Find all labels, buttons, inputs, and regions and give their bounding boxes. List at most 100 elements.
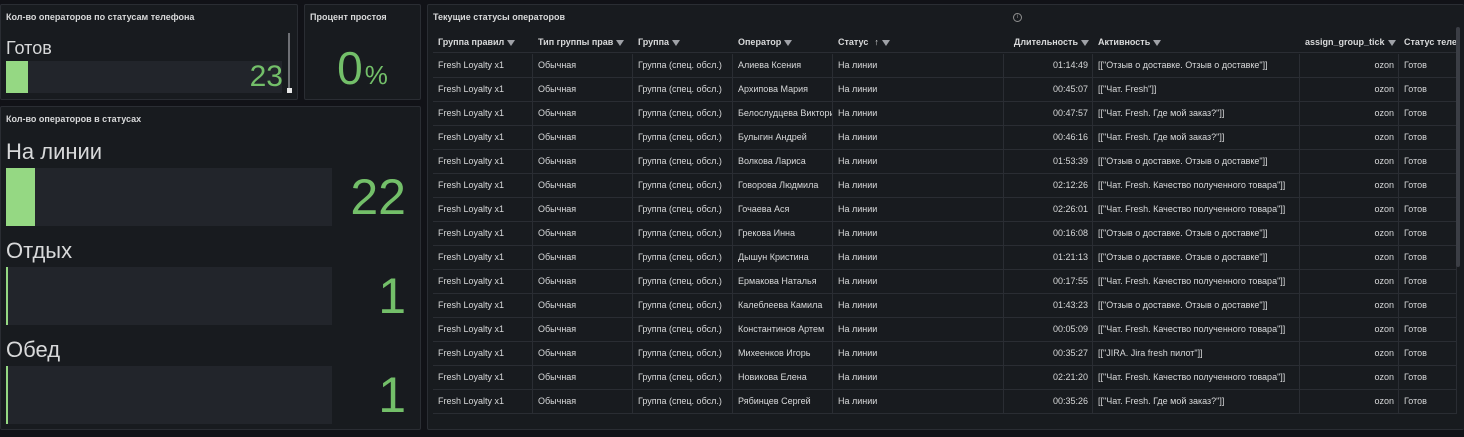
- table-row[interactable]: Fresh Loyalty x1 Обычная Группа (спец. обс…: [433, 246, 1457, 270]
- column-header-operator[interactable]: Оператор: [733, 31, 833, 53]
- table-row[interactable]: Fresh Loyalty x1 Обычная Группа (спец. обс…: [433, 198, 1457, 222]
- filter-icon[interactable]: [616, 39, 625, 46]
- status-value-on-line: 22: [350, 169, 406, 225]
- cell-rule-group: Fresh Loyalty x1: [433, 126, 533, 149]
- cell-group-type: Обычная: [533, 150, 633, 173]
- cell-duration: 02:26:01: [1004, 198, 1093, 221]
- cell-duration: 00:47:57: [1004, 102, 1093, 125]
- cell-activity: [["JIRA. Jira fresh пилот"]]: [1093, 342, 1300, 365]
- filter-icon[interactable]: [784, 39, 793, 46]
- cell-status: На линии: [833, 78, 1004, 101]
- cell-rule-group: Fresh Loyalty x1: [433, 102, 533, 125]
- operator-status-table-panel: Текущие статусы операторов i Группа прав…: [427, 4, 1464, 430]
- cell-group: Группа (спец. обсл.): [633, 102, 733, 125]
- cell-group-type: Обычная: [533, 198, 633, 221]
- column-header-assign-group[interactable]: assign_group_tick: [1300, 31, 1399, 53]
- cell-operator: Архипова Мария: [733, 78, 833, 101]
- table-row[interactable]: Fresh Loyalty x1 Обычная Группа (спец. обс…: [433, 150, 1457, 174]
- bar-gauge-fill: [6, 61, 29, 93]
- column-header-label: Тип группы прав: [538, 37, 614, 47]
- table-row[interactable]: Fresh Loyalty x1 Обычная Группа (спец. обс…: [433, 342, 1457, 366]
- filter-icon[interactable]: [507, 39, 516, 46]
- cell-assign-group: ozon: [1300, 270, 1399, 293]
- table-header: Группа правил Тип группы прав Группа Операт…: [433, 31, 1457, 53]
- column-header-rule-group[interactable]: Группа правил: [433, 31, 533, 53]
- cell-operator: Грекова Инна: [733, 222, 833, 245]
- cell-duration: 00:17:55: [1004, 270, 1093, 293]
- status-label-on-line: На линии: [6, 139, 103, 164]
- cell-assign-group: ozon: [1300, 150, 1399, 173]
- cell-group: Группа (спец. обсл.): [633, 78, 733, 101]
- cell-group-type: Обычная: [533, 294, 633, 317]
- cell-rule-group: Fresh Loyalty x1: [433, 318, 533, 341]
- table-row[interactable]: Fresh Loyalty x1 Обычная Группа (спец. обс…: [433, 78, 1457, 102]
- cell-group-type: Обычная: [533, 126, 633, 149]
- table-row[interactable]: Fresh Loyalty x1 Обычная Группа (спец. обс…: [433, 318, 1457, 342]
- cell-phone-status: Готов: [1399, 222, 1457, 245]
- table-row[interactable]: Fresh Loyalty x1 Обычная Группа (спец. обс…: [433, 270, 1457, 294]
- column-header-duration[interactable]: Длительность: [1004, 31, 1093, 53]
- table-row[interactable]: Fresh Loyalty x1 Обычная Группа (спец. обс…: [433, 102, 1457, 126]
- cell-phone-status: Готов: [1399, 150, 1457, 173]
- cell-group-type: Обычная: [533, 78, 633, 101]
- column-header-group-type[interactable]: Тип группы прав: [533, 31, 633, 53]
- cell-group-type: Обычная: [533, 222, 633, 245]
- column-header-group[interactable]: Группа: [633, 31, 733, 53]
- filter-icon[interactable]: [672, 39, 681, 46]
- table-row[interactable]: Fresh Loyalty x1 Обычная Группа (спец. обс…: [433, 174, 1457, 198]
- cell-operator: Волкова Лариса: [733, 150, 833, 173]
- column-header-status[interactable]: Статус ↑: [833, 31, 1004, 53]
- filter-icon[interactable]: [1081, 39, 1089, 46]
- table-scrollbar[interactable]: [1456, 27, 1460, 267]
- table-row[interactable]: Fresh Loyalty x1 Обычная Группа (спец. обс…: [433, 294, 1457, 318]
- column-header-phone-status[interactable]: Статус теле: [1399, 31, 1457, 53]
- column-header-activity[interactable]: Активность: [1093, 31, 1300, 53]
- cell-group-type: Обычная: [533, 318, 633, 341]
- cell-activity: [["Чат. Fresh. Где мой заказ?"]]: [1093, 126, 1300, 149]
- cell-activity: [["Отзыв о доставке. Отзыв о доставке"]]: [1093, 294, 1300, 317]
- table-row[interactable]: Fresh Loyalty x1 Обычная Группа (спец. обс…: [433, 126, 1457, 150]
- cell-activity: [["Чат. Fresh"]]: [1093, 78, 1300, 101]
- cell-status: На линии: [833, 342, 1004, 365]
- column-header-label: Длительность: [1013, 37, 1078, 47]
- cell-group: Группа (спец. обсл.): [633, 198, 733, 221]
- cell-duration: 00:05:09: [1004, 318, 1093, 341]
- cell-group: Группа (спец. обсл.): [633, 318, 733, 341]
- cell-rule-group: Fresh Loyalty x1: [433, 198, 533, 221]
- cell-rule-group: Fresh Loyalty x1: [433, 150, 533, 173]
- table-row[interactable]: Fresh Loyalty x1 Обычная Группа (спец. обс…: [433, 54, 1457, 78]
- cell-status: На линии: [833, 246, 1004, 269]
- cell-group-type: Обычная: [533, 366, 633, 389]
- info-icon[interactable]: i: [1013, 13, 1022, 22]
- stat-value: 0%: [305, 41, 420, 95]
- cell-status: На линии: [833, 390, 1004, 413]
- filter-icon[interactable]: [1387, 39, 1396, 46]
- table-row[interactable]: Fresh Loyalty x1 Обычная Группа (спец. обс…: [433, 222, 1457, 246]
- cell-duration: 01:43:23: [1004, 294, 1093, 317]
- panel-scrollbar[interactable]: [288, 33, 290, 93]
- cell-operator: Калеблеева Камила: [733, 294, 833, 317]
- resize-handle-icon[interactable]: [287, 88, 292, 93]
- sort-ascending-icon[interactable]: ↑: [874, 37, 879, 47]
- cell-activity: [["Чат. Fresh. Где мой заказ?"]]: [1093, 390, 1300, 413]
- cell-phone-status: Готов: [1399, 78, 1457, 101]
- cell-operator: Ермакова Наталья: [733, 270, 833, 293]
- panel-title: Процент простоя: [310, 12, 387, 22]
- cell-group-type: Обычная: [533, 342, 633, 365]
- cell-status: На линии: [833, 174, 1004, 197]
- filter-icon[interactable]: [1153, 39, 1162, 46]
- column-header-label: Группа правил: [438, 37, 505, 47]
- cell-activity: [["Отзыв о доставке. Отзыв о доставке"]]: [1093, 222, 1300, 245]
- cell-duration: 00:16:08: [1004, 222, 1093, 245]
- cell-group: Группа (спец. обсл.): [633, 174, 733, 197]
- table-row[interactable]: Fresh Loyalty x1 Обычная Группа (спец. обс…: [433, 366, 1457, 390]
- filter-icon[interactable]: [881, 39, 890, 46]
- cell-status: На линии: [833, 366, 1004, 389]
- cell-assign-group: ozon: [1300, 126, 1399, 149]
- cell-activity: [["Чат. Fresh. Качество полученного това…: [1093, 270, 1300, 293]
- cell-duration: 02:21:20: [1004, 366, 1093, 389]
- table-row[interactable]: Fresh Loyalty x1 Обычная Группа (спец. обс…: [433, 390, 1457, 414]
- cell-activity: [["Отзыв о доставке. Отзыв о доставке"]]: [1093, 246, 1300, 269]
- cell-duration: 01:53:39: [1004, 150, 1093, 173]
- cell-rule-group: Fresh Loyalty x1: [433, 174, 533, 197]
